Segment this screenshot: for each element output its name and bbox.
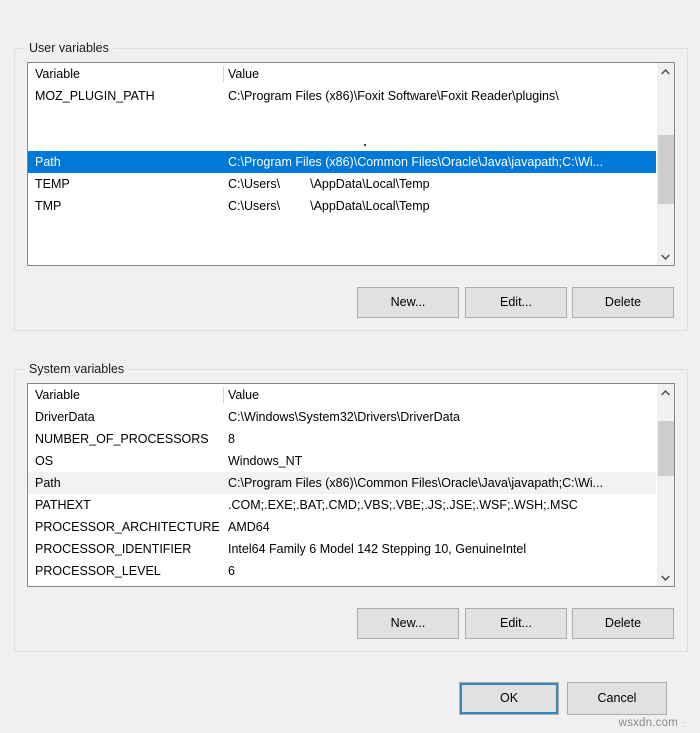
user-row-variable: TEMP <box>35 177 70 191</box>
redaction-dot <box>364 144 366 146</box>
system-row-value: C:\Program Files (x86)\Common Files\Orac… <box>228 476 604 490</box>
system-delete-button[interactable]: Delete <box>572 608 674 639</box>
watermark: wsxdn.com:: <box>619 717 686 729</box>
system-row-variable: PROCESSOR_IDENTIFIER <box>35 542 192 556</box>
system-variables-title: System variables <box>25 362 129 376</box>
table-row[interactable]: OS Windows_NT <box>28 450 657 472</box>
system-list-scrollbar[interactable] <box>656 384 674 586</box>
user-list-scrollbar[interactable] <box>656 63 674 265</box>
system-column-header-value: Value <box>228 388 260 402</box>
system-row-variable: PATHEXT <box>35 498 91 512</box>
user-list-header: Variable Value <box>28 63 657 85</box>
system-row-value: Intel64 Family 6 Model 142 Stepping 10, … <box>228 542 527 556</box>
scrollbar-thumb[interactable] <box>658 134 674 205</box>
system-column-divider <box>223 387 224 403</box>
environment-variables-dialog: { "dialog": { "watermark": "wsxdn.com", … <box>0 0 700 733</box>
table-row[interactable]: DriverData C:\Windows\System32\Drivers\D… <box>28 406 657 428</box>
value-prefix: C:\Users\ <box>228 177 281 191</box>
table-row[interactable] <box>28 129 657 151</box>
user-variables-rows: Variable Value MOZ_PLUGIN_PATH C:\Progra… <box>28 63 657 265</box>
user-column-header-variable: Variable <box>35 67 80 81</box>
watermark-text: wsxdn.com <box>618 717 678 729</box>
scroll-down-icon[interactable] <box>657 569 674 586</box>
user-variables-list[interactable]: Variable Value MOZ_PLUGIN_PATH C:\Progra… <box>27 62 675 266</box>
value-suffix: \AppData\Local\Temp <box>310 177 430 191</box>
table-row[interactable]: PATHEXT .COM;.EXE;.BAT;.CMD;.VBS;.VBE;.J… <box>28 494 657 516</box>
user-row-value: C:\Program Files (x86)\Foxit Software\Fo… <box>228 89 559 103</box>
table-row-selected[interactable]: Path C:\Program Files (x86)\Common Files… <box>28 151 657 173</box>
table-row[interactable]: TMP C:\Users\ \AppData\Local\Temp <box>28 195 657 217</box>
scrollbar-thumb[interactable] <box>658 420 674 476</box>
table-row[interactable]: NUMBER_OF_PROCESSORS 8 <box>28 428 657 450</box>
value-suffix: \AppData\Local\Temp <box>310 199 430 213</box>
user-row-value: C:\Users\ \AppData\Local\Temp <box>228 173 655 195</box>
system-row-value: 6 <box>228 564 235 578</box>
table-row[interactable]: PROCESSOR_ARCHITECTURE AMD64 <box>28 516 657 538</box>
system-row-variable: PROCESSOR_LEVEL <box>35 564 161 578</box>
system-row-variable: NUMBER_OF_PROCESSORS <box>35 432 209 446</box>
system-row-variable: OS <box>35 454 54 468</box>
system-edit-button[interactable]: Edit... <box>465 608 567 639</box>
table-row[interactable]: MOZ_PLUGIN_PATH C:\Program Files (x86)\F… <box>28 85 657 107</box>
system-row-value: 8 <box>228 432 235 446</box>
system-row-value: C:\Windows\System32\Drivers\DriverData <box>228 410 460 424</box>
table-row[interactable]: PROCESSOR_LEVEL 6 <box>28 560 657 582</box>
system-row-value: Windows_NT <box>228 454 303 468</box>
cancel-button[interactable]: Cancel <box>567 682 667 715</box>
table-row-hovered[interactable]: Path C:\Program Files (x86)\Common Files… <box>28 472 657 494</box>
user-column-divider <box>223 66 224 82</box>
table-row[interactable]: TEMP C:\Users\ \AppData\Local\Temp <box>28 173 657 195</box>
user-row-value: C:\Users\ \AppData\Local\Temp <box>228 195 655 217</box>
system-variables-list[interactable]: Variable Value DriverData C:\Windows\Sys… <box>27 383 675 587</box>
system-row-variable: DriverData <box>35 410 95 424</box>
user-row-value: C:\Program Files (x86)\Common Files\Orac… <box>228 155 604 169</box>
user-edit-button[interactable]: Edit... <box>465 287 567 318</box>
system-new-button[interactable]: New... <box>357 608 459 639</box>
scroll-up-icon[interactable] <box>657 384 674 401</box>
scroll-up-icon[interactable] <box>657 63 674 80</box>
table-row[interactable] <box>28 107 657 129</box>
system-row-value: AMD64 <box>228 520 270 534</box>
system-row-value: .COM;.EXE;.BAT;.CMD;.VBS;.VBE;.JS;.JSE;.… <box>228 498 578 512</box>
user-row-variable: TMP <box>35 199 62 213</box>
system-row-variable: Path <box>35 476 61 490</box>
user-row-variable: MOZ_PLUGIN_PATH <box>35 89 155 103</box>
system-column-header-variable: Variable <box>35 388 80 402</box>
value-prefix: C:\Users\ <box>228 199 281 213</box>
ok-button[interactable]: OK <box>459 682 559 715</box>
user-new-button[interactable]: New... <box>357 287 459 318</box>
watermark-dots: :: <box>680 719 686 729</box>
system-list-header: Variable Value <box>28 384 657 406</box>
user-delete-button[interactable]: Delete <box>572 287 674 318</box>
user-column-header-value: Value <box>228 67 260 81</box>
system-variables-rows: Variable Value DriverData C:\Windows\Sys… <box>28 384 657 586</box>
table-row[interactable]: PROCESSOR_IDENTIFIER Intel64 Family 6 Mo… <box>28 538 657 560</box>
scroll-down-icon[interactable] <box>657 248 674 265</box>
system-row-variable: PROCESSOR_ARCHITECTURE <box>35 520 220 534</box>
user-row-variable: Path <box>35 155 61 169</box>
user-variables-title: User variables <box>25 41 113 55</box>
